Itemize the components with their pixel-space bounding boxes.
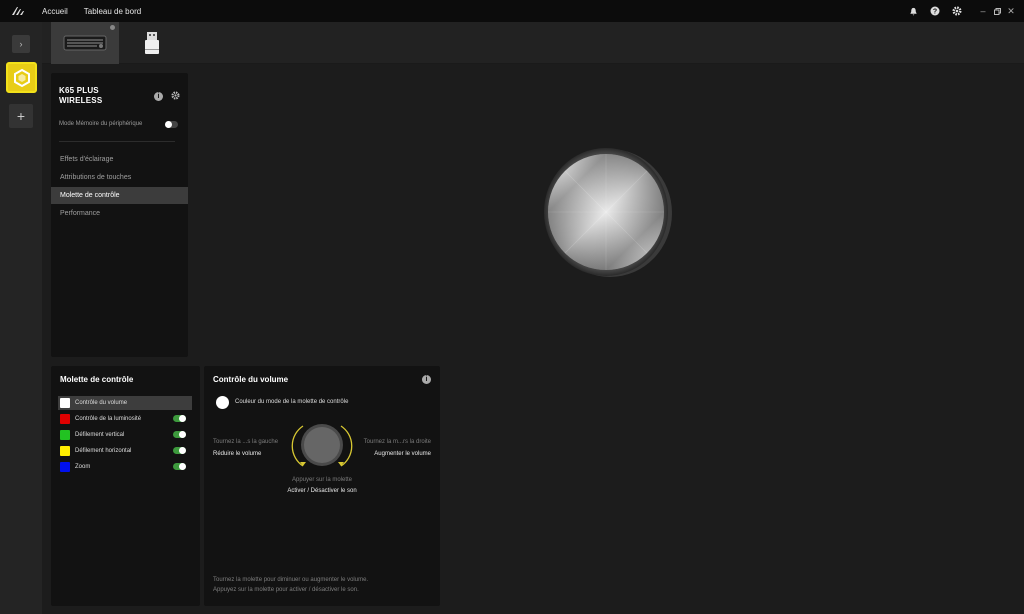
restore-icon[interactable] bbox=[990, 0, 1004, 22]
mode-toggle[interactable] bbox=[173, 463, 186, 470]
info-icon[interactable]: i bbox=[422, 375, 431, 384]
left-hint: Tournez la ...s la gauche bbox=[213, 439, 279, 445]
control-wheel-render bbox=[544, 148, 672, 277]
nav-lighting-effects[interactable]: Effets d'éclairage bbox=[51, 151, 188, 168]
device-nav-panel: K65 PLUS WIRELESS i Mode Mémoire du péri… bbox=[51, 73, 188, 357]
color-swatch[interactable] bbox=[60, 414, 70, 424]
footer-note-1: Tournez la molette pour diminuer ou augm… bbox=[213, 577, 369, 583]
svg-text:?: ? bbox=[933, 9, 937, 16]
wheel-color-label: Couleur du mode de la molette de contrôl… bbox=[235, 399, 349, 405]
device-hexagon-icon[interactable] bbox=[6, 62, 37, 93]
device-tabs bbox=[42, 22, 1024, 64]
nav-control-wheel[interactable]: Molette de contrôle bbox=[51, 187, 188, 204]
mode-label: Défilement vertical bbox=[75, 432, 125, 438]
mode-row-volume[interactable]: Contrôle du volume bbox=[58, 396, 192, 410]
minimize-icon[interactable]: – bbox=[976, 0, 990, 22]
mode-label: Zoom bbox=[75, 464, 91, 470]
gear-icon[interactable] bbox=[171, 91, 180, 102]
bell-icon[interactable] bbox=[902, 0, 924, 22]
divider bbox=[59, 141, 175, 142]
wheel-diagram bbox=[291, 424, 353, 467]
color-swatch[interactable] bbox=[60, 446, 70, 456]
main-content: K65 PLUS WIRELESS i Mode Mémoire du péri… bbox=[42, 64, 1024, 614]
mode-toggle[interactable] bbox=[173, 415, 186, 422]
volume-control-panel: Contrôle du volume i Couleur du mode de … bbox=[204, 366, 440, 606]
mode-label: Contrôle du volume bbox=[75, 400, 128, 406]
close-icon[interactable]: ✕ bbox=[1004, 0, 1018, 22]
dongle-tab[interactable] bbox=[130, 22, 174, 64]
keyboard-tab[interactable] bbox=[51, 22, 119, 64]
color-swatch[interactable] bbox=[60, 430, 70, 440]
usb-dongle-icon bbox=[145, 32, 159, 54]
keyboard-icon bbox=[63, 35, 107, 51]
plus-icon[interactable]: + bbox=[9, 104, 33, 128]
color-swatch[interactable] bbox=[60, 462, 70, 472]
chevron-right-icon[interactable]: › bbox=[12, 35, 30, 53]
wheel-modes-title: Molette de contrôle bbox=[60, 375, 134, 384]
nav-performance[interactable]: Performance bbox=[51, 205, 188, 222]
memory-mode-toggle[interactable] bbox=[165, 121, 178, 128]
nav-home[interactable]: Accueil bbox=[42, 7, 68, 16]
info-icon[interactable]: i bbox=[154, 92, 163, 101]
nav-dashboard[interactable]: Tableau de bord bbox=[84, 7, 141, 16]
corsair-logo-icon[interactable] bbox=[0, 0, 36, 22]
wheel-color-picker[interactable] bbox=[216, 396, 229, 409]
mode-toggle[interactable] bbox=[173, 447, 186, 454]
mode-label: Contrôle de la luminosité bbox=[75, 416, 142, 422]
nav-key-assignments[interactable]: Attributions de touches bbox=[51, 169, 188, 186]
press-action: Activer / Désactiver le son bbox=[287, 488, 357, 494]
top-bar: Accueil Tableau de bord ? – ✕ bbox=[0, 0, 1024, 22]
right-action: Augmenter le volume bbox=[374, 451, 431, 457]
left-rail: › + bbox=[0, 22, 42, 614]
wheel-modes-panel: Molette de contrôle Contrôle du volume C… bbox=[51, 366, 200, 606]
settings-icon[interactable] bbox=[946, 0, 968, 22]
left-action: Réduire le volume bbox=[213, 451, 262, 457]
help-icon[interactable]: ? bbox=[924, 0, 946, 22]
mode-row-brightness[interactable]: Contrôle de la luminosité bbox=[58, 412, 192, 426]
mode-row-vertical-scroll[interactable]: Défilement vertical bbox=[58, 428, 192, 442]
mode-toggle[interactable] bbox=[173, 431, 186, 438]
press-hint: Appuyer sur la molette bbox=[291, 477, 353, 483]
mode-label: Défilement horizontal bbox=[75, 448, 132, 454]
footer-note-2: Appuyez sur la molette pour activer / dé… bbox=[213, 587, 359, 593]
right-hint: Tournez la m...rs la droite bbox=[363, 439, 431, 445]
mode-row-zoom[interactable]: Zoom bbox=[58, 460, 192, 474]
mode-row-horizontal-scroll[interactable]: Défilement horizontal bbox=[58, 444, 192, 458]
status-dot bbox=[110, 25, 115, 30]
memory-mode-label: Mode Mémoire du périphérique bbox=[59, 121, 143, 127]
device-name: K65 PLUS WIRELESS bbox=[59, 86, 103, 105]
color-swatch[interactable] bbox=[60, 398, 70, 408]
volume-panel-title: Contrôle du volume bbox=[213, 375, 289, 384]
